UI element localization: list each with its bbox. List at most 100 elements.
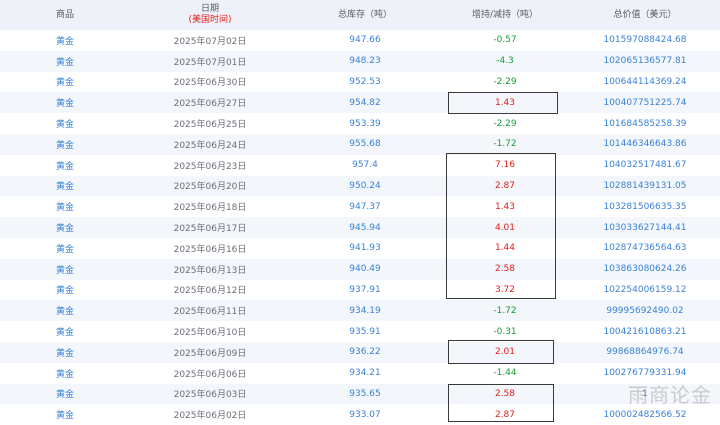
commodity-cell[interactable]: 黄金 [0, 176, 130, 197]
table-row: 黄金 2025年06月23日 957.4 7.16 104032517481.67 [0, 154, 720, 176]
date-cell: 2025年06月27日 [173, 99, 247, 110]
commodity-cell[interactable]: 黄金 [0, 72, 130, 93]
stock-cell: 955.68 [349, 139, 381, 150]
commodity-cell[interactable]: 黄金 [0, 300, 130, 321]
commodity-cell[interactable]: 黄金 [0, 51, 130, 72]
date-cell: 2025年06月06日 [173, 369, 247, 380]
date-cell: 2025年06月09日 [173, 348, 247, 359]
table-row: 黄金 2025年06月06日 934.21 -1.44 100276779331.94 [0, 362, 720, 384]
gold-holdings-table: 商品 日期 (美国时间) 总库存（吨） 增持/减持（吨） 总价值（美元） 黄金 2… [0, 0, 720, 425]
commodity-cell[interactable]: 黄金 [0, 363, 130, 384]
change-cell: 4.01 [494, 222, 516, 233]
table-row: 黄金 2025年06月03日 935.65 2.58 1 [0, 383, 720, 405]
value-cell: 103281506635.35 [603, 201, 687, 212]
value-cell: 103863080624.26 [603, 264, 687, 275]
date-cell: 2025年06月12日 [173, 286, 247, 297]
change-cell: -0.57 [493, 35, 517, 46]
value-cell: 100276779331.94 [603, 368, 687, 379]
change-cell: 3.72 [494, 284, 516, 295]
stock-cell: 945.94 [349, 222, 381, 233]
stock-cell: 953.39 [349, 118, 381, 129]
value-cell: 1 [642, 388, 648, 399]
stock-cell: 954.82 [349, 97, 381, 108]
stock-cell: 947.66 [349, 35, 381, 46]
date-cell: 2025年06月17日 [173, 224, 247, 235]
value-cell: 102254006159.12 [603, 284, 687, 295]
stock-cell: 937.91 [349, 284, 381, 295]
table-row: 黄金 2025年06月20日 950.24 2.87 102881439131.05 [0, 175, 720, 197]
date-cell: 2025年06月13日 [173, 265, 247, 276]
table-row: 黄金 2025年06月24日 955.68 -1.72 101446346643.86 [0, 133, 720, 155]
change-cell: 2.58 [494, 388, 516, 399]
table-row: 黄金 2025年06月16日 941.93 1.44 102874736564.63 [0, 237, 720, 259]
stock-cell: 952.53 [349, 76, 381, 87]
value-cell: 104032517481.67 [603, 160, 687, 171]
date-cell: 2025年07月02日 [173, 36, 247, 47]
header-date: 日期 (美国时间) [130, 0, 290, 30]
stock-cell: 940.49 [349, 264, 381, 275]
value-cell: 102065136577.81 [603, 56, 687, 67]
commodity-cell[interactable]: 黄金 [0, 238, 130, 259]
change-cell: 1.43 [494, 201, 516, 212]
value-cell: 100644114369.24 [603, 76, 687, 87]
stock-cell: 947.37 [349, 201, 381, 212]
change-cell: -1.72 [493, 305, 517, 316]
change-cell: -2.29 [493, 118, 517, 129]
commodity-cell[interactable]: 黄金 [0, 321, 130, 342]
change-cell: 1.43 [494, 97, 516, 108]
date-cell: 2025年06月16日 [173, 244, 247, 255]
value-cell: 100421610863.21 [603, 326, 687, 337]
change-cell: -1.72 [493, 139, 517, 150]
change-cell: -1.44 [493, 368, 517, 379]
change-cell: 2.87 [494, 180, 516, 191]
date-cell: 2025年06月11日 [173, 307, 247, 318]
commodity-cell[interactable]: 黄金 [0, 259, 130, 280]
stock-cell: 957.4 [352, 160, 378, 171]
value-cell: 101597088424.68 [603, 35, 687, 46]
table-row: 黄金 2025年06月27日 954.82 1.43 100407751225.74 [0, 92, 720, 114]
commodity-cell[interactable]: 黄金 [0, 92, 130, 113]
stock-cell: 934.19 [349, 305, 381, 316]
date-cell: 2025年06月10日 [173, 328, 247, 339]
stock-cell: 941.93 [349, 243, 381, 254]
table-row: 黄金 2025年06月30日 952.53 -2.29 100644114369.24 [0, 71, 720, 93]
header-date-label: 日期 [200, 4, 219, 14]
commodity-cell[interactable]: 黄金 [0, 113, 130, 134]
table-row: 黄金 2025年06月13日 940.49 2.58 103863080624.26 [0, 258, 720, 280]
change-cell: -0.31 [493, 326, 517, 337]
commodity-cell[interactable]: 黄金 [0, 342, 130, 363]
date-cell: 2025年06月20日 [173, 182, 247, 193]
value-cell: 101446346643.86 [603, 139, 687, 150]
commodity-cell[interactable]: 黄金 [0, 196, 130, 217]
table-row: 黄金 2025年06月25日 953.39 -2.29 101684585258.39 [0, 113, 720, 134]
stock-cell: 934.21 [349, 368, 381, 379]
commodity-cell[interactable]: 黄金 [0, 30, 130, 51]
header-change: 增持/减持（吨） [471, 9, 539, 20]
header-stock: 总库存（吨） [337, 9, 392, 20]
value-cell: 99995692490.02 [606, 305, 684, 316]
value-cell: 103033627144.41 [603, 222, 687, 233]
table-header: 商品 日期 (美国时间) 总库存（吨） 增持/减持（吨） 总价值（美元） [0, 0, 720, 30]
stock-cell: 935.65 [349, 388, 381, 399]
change-cell: 1.44 [494, 243, 516, 254]
change-cell: -4.3 [496, 56, 514, 67]
table-row: 黄金 2025年06月18日 947.37 1.43 103281506635.35 [0, 196, 720, 218]
value-cell: 99868864976.74 [606, 347, 684, 358]
header-value: 总价值（美元） [613, 9, 677, 20]
date-cell: 2025年07月01日 [173, 57, 247, 68]
header-commodity: 商品 [55, 9, 74, 20]
commodity-cell[interactable]: 黄金 [0, 384, 130, 405]
date-cell: 2025年06月25日 [173, 120, 247, 131]
date-cell: 2025年06月18日 [173, 203, 247, 214]
change-cell: 2.58 [494, 264, 516, 275]
commodity-cell[interactable]: 黄金 [0, 280, 130, 301]
date-cell: 2025年06月30日 [173, 78, 247, 89]
commodity-cell[interactable]: 黄金 [0, 155, 130, 176]
change-cell: 7.16 [494, 160, 516, 171]
date-cell: 2025年06月23日 [173, 161, 247, 172]
commodity-cell[interactable]: 黄金 [0, 134, 130, 155]
table-row: 黄金 2025年06月10日 935.91 -0.31 100421610863.21 [0, 321, 720, 342]
commodity-cell[interactable]: 黄金 [0, 217, 130, 238]
value-cell: 100407751225.74 [603, 97, 687, 108]
stock-cell: 950.24 [349, 180, 381, 191]
